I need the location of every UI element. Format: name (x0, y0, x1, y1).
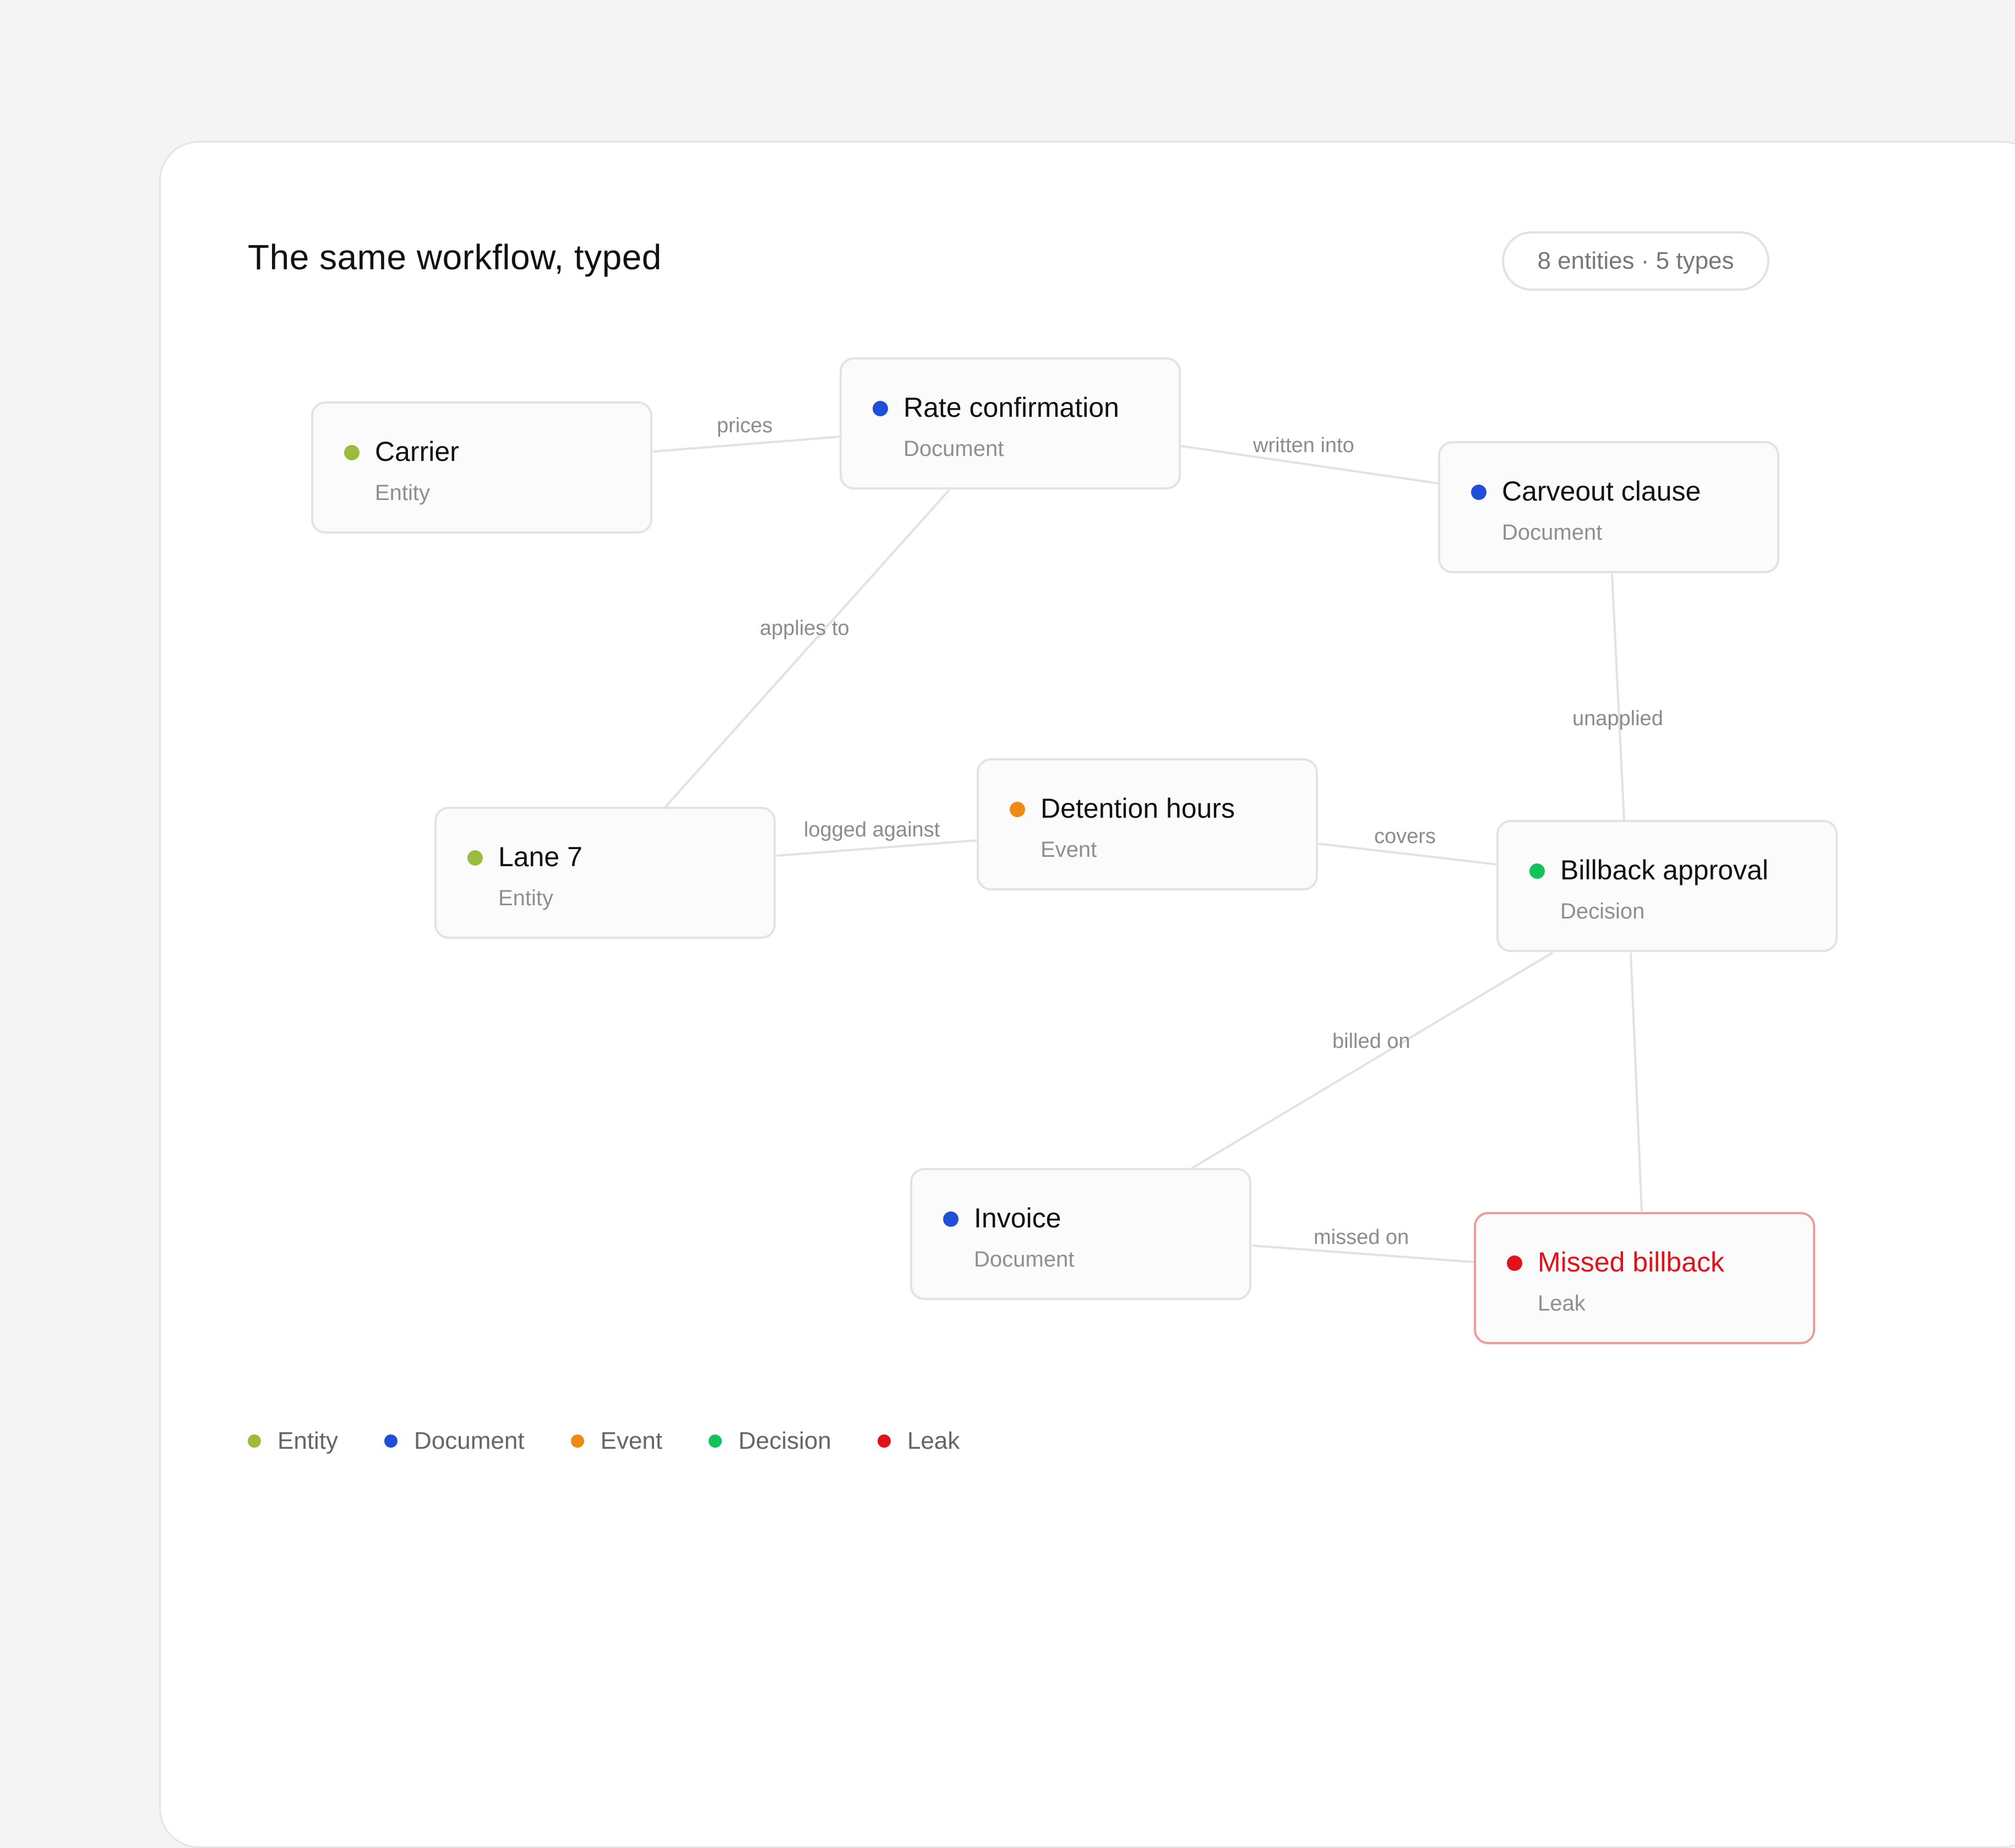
legend-label: Event (600, 1427, 663, 1454)
node-lane-7[interactable]: Lane 7 Entity (434, 807, 776, 939)
node-type: Event (1041, 838, 1097, 862)
node-label: Carveout clause (1502, 476, 1701, 507)
document-dot-icon (1471, 485, 1486, 500)
node-label: Carrier (375, 436, 459, 467)
document-dot-icon (384, 1434, 398, 1448)
decision-dot-icon (1529, 863, 1545, 879)
node-invoice[interactable]: Invoice Document (910, 1168, 1251, 1300)
edge-prices (652, 436, 841, 453)
legend-label: Entity (277, 1427, 339, 1454)
edge-label-applies-to: applies to (760, 617, 849, 640)
legend-item-document: Document (384, 1427, 525, 1455)
node-detention-hours[interactable]: Detention hours Event (977, 758, 1318, 890)
node-type: Document (974, 1247, 1075, 1271)
node-label: Detention hours (1041, 793, 1235, 824)
entity-dot-icon (467, 850, 483, 866)
legend-label: Decision (738, 1427, 831, 1454)
edge-logged-against (776, 839, 978, 857)
node-label: Missed billback (1538, 1247, 1725, 1278)
edge-label-covers: covers (1374, 825, 1436, 848)
node-billback-approval[interactable]: Billback approval Decision (1496, 820, 1838, 952)
edge-label-prices: prices (717, 414, 773, 437)
legend-item-leak: Leak (877, 1427, 960, 1455)
decision-dot-icon (709, 1434, 722, 1448)
node-label: Rate confirmation (903, 392, 1119, 423)
edge-decision-to-leak (1630, 952, 1643, 1212)
edge-label-missed-on: missed on (1314, 1226, 1409, 1249)
edge-applies-to (664, 489, 950, 808)
node-rate-confirmation[interactable]: Rate confirmation Document (840, 357, 1181, 490)
legend-label: Document (414, 1427, 525, 1454)
edge-label-logged-against: logged against (804, 818, 940, 841)
edge-label-billed-on: billed on (1332, 1030, 1410, 1053)
legend: Entity Document Event Decision Leak (248, 1427, 1006, 1455)
document-dot-icon (943, 1211, 959, 1227)
node-carrier[interactable]: Carrier Entity (311, 401, 652, 534)
edge-label-written-into: written into (1253, 434, 1354, 457)
event-dot-icon (1010, 802, 1025, 817)
node-type: Document (1502, 520, 1603, 545)
node-type: Leak (1538, 1291, 1586, 1316)
document-dot-icon (873, 401, 888, 416)
node-label: Lane 7 (498, 841, 582, 872)
edge-unapplied (1611, 573, 1625, 821)
entity-dot-icon (248, 1434, 261, 1448)
legend-item-decision: Decision (709, 1427, 831, 1455)
leak-dot-icon (877, 1434, 891, 1448)
legend-label: Leak (907, 1427, 960, 1454)
leak-dot-icon (1507, 1255, 1522, 1271)
node-carveout-clause[interactable]: Carveout clause Document (1438, 441, 1779, 573)
event-dot-icon (570, 1434, 584, 1448)
edge-billed-on (1190, 952, 1554, 1170)
node-label: Invoice (974, 1203, 1061, 1233)
node-type: Decision (1560, 899, 1645, 923)
node-label: Billback approval (1560, 855, 1768, 885)
legend-item-entity: Entity (248, 1427, 338, 1455)
legend-item-event: Event (570, 1427, 663, 1455)
node-type: Entity (375, 481, 431, 505)
node-type: Document (903, 437, 1004, 461)
node-missed-billback[interactable]: Missed billback Leak (1474, 1212, 1815, 1344)
edge-label-unapplied: unapplied (1572, 707, 1663, 730)
entity-dot-icon (344, 445, 360, 460)
node-type: Entity (498, 886, 554, 910)
